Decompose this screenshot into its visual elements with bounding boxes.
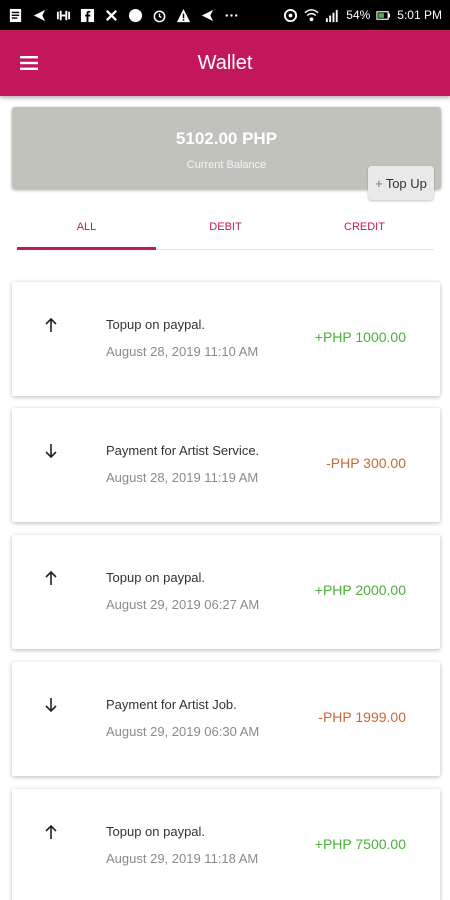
transaction-card[interactable]: Topup on paypal. August 28, 2019 11:10 A…	[12, 282, 440, 396]
page-title: Wallet	[197, 51, 253, 74]
transaction-card[interactable]: Topup on paypal. August 29, 2019 06:27 A…	[12, 535, 440, 649]
wallet-screen: 54% 5:01 PM Wallet 5102.00 PHP Current B…	[0, 0, 450, 900]
battery-icon	[376, 8, 391, 23]
top-up-label: Top Up	[385, 175, 427, 191]
tab-all[interactable]: ALL	[17, 210, 156, 250]
signal-icon	[325, 8, 340, 23]
arrow-down-icon	[43, 443, 59, 459]
transaction-card[interactable]: Topup on paypal. August 29, 2019 11:18 A…	[12, 789, 440, 900]
transaction-amount: -PHP 300.00	[326, 455, 406, 471]
battery-percent: 54%	[346, 8, 371, 22]
send-icon-2	[200, 8, 215, 23]
app-bar: Wallet	[0, 30, 450, 96]
notification-icons	[8, 8, 239, 23]
fitness-icon	[56, 8, 71, 23]
top-up-button[interactable]: + Top Up	[368, 166, 434, 200]
tab-debit[interactable]: DEBIT	[156, 210, 295, 249]
transaction-date: August 29, 2019 06:27 AM	[106, 597, 260, 612]
crossed-tools-icon	[104, 8, 119, 23]
transaction-title: Topup on paypal.	[106, 824, 206, 839]
hamburger-menu-icon	[20, 56, 38, 70]
transaction-amount: +PHP 2000.00	[314, 582, 406, 598]
transaction-title: Topup on paypal.	[106, 570, 206, 585]
transaction-title: Topup on paypal.	[106, 317, 206, 332]
transaction-card[interactable]: Payment for Artist Job. August 29, 2019 …	[12, 662, 440, 776]
warning-icon	[176, 8, 191, 23]
sync-icon	[283, 8, 298, 23]
message-icon	[8, 8, 23, 23]
menu-button[interactable]	[14, 48, 44, 78]
transaction-title: Payment for Artist Job.	[106, 697, 237, 712]
arrow-down-icon	[43, 697, 59, 713]
transaction-tabs: ALL DEBIT CREDIT	[17, 210, 434, 250]
transaction-date: August 28, 2019 11:10 AM	[106, 344, 259, 359]
circle-icon	[128, 8, 143, 23]
send-icon	[32, 8, 47, 23]
arrow-up-icon	[43, 570, 59, 586]
facebook-icon	[80, 8, 95, 23]
wifi-icon	[304, 8, 319, 23]
alarm-icon	[152, 8, 167, 23]
transaction-amount: +PHP 7500.00	[314, 836, 406, 852]
clock: 5:01 PM	[397, 8, 442, 22]
balance-amount: 5102.00 PHP	[175, 129, 278, 148]
arrow-up-icon	[43, 317, 59, 333]
status-bar: 54% 5:01 PM	[0, 0, 450, 30]
plus-icon: +	[375, 175, 383, 191]
arrow-up-icon	[43, 824, 59, 840]
transaction-date: August 28, 2019 11:19 AM	[106, 470, 259, 485]
tab-credit[interactable]: CREDIT	[295, 210, 434, 249]
transaction-date: August 29, 2019 06:30 AM	[106, 724, 260, 739]
transaction-card[interactable]: Payment for Artist Service. August 28, 2…	[12, 408, 440, 522]
transaction-amount: +PHP 1000.00	[314, 329, 406, 345]
transaction-title: Payment for Artist Service.	[106, 443, 260, 458]
transaction-amount: -PHP 1999.00	[318, 709, 406, 725]
transaction-date: August 29, 2019 11:18 AM	[106, 851, 259, 866]
system-icons: 54% 5:01 PM	[283, 8, 442, 23]
more-dots-icon	[224, 8, 239, 23]
